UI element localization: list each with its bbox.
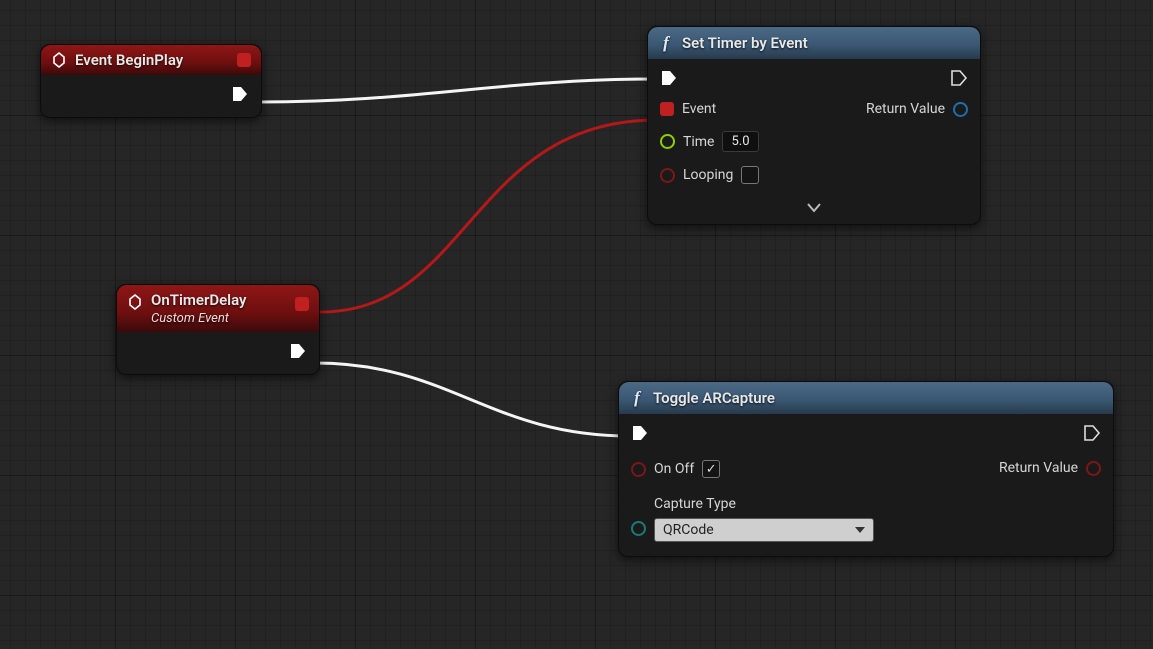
time-value-input[interactable]: 5.0 (722, 131, 758, 152)
pin-label: Return Value (999, 460, 1078, 476)
node-title: Toggle ARCapture (653, 389, 775, 407)
node-subtitle: Custom Event (151, 311, 246, 326)
pin-label: Return Value (866, 101, 945, 117)
onoff-input-pin[interactable]: On Off (631, 460, 720, 478)
function-icon: f (658, 33, 674, 53)
exec-output-pin[interactable] (289, 342, 307, 360)
pin-label: Capture Type (654, 496, 736, 512)
capturetype-input-pin[interactable]: Capture Type QRCode (631, 496, 874, 542)
capturetype-dropdown[interactable]: QRCode (654, 518, 874, 542)
time-input-pin[interactable]: Time 5.0 (660, 131, 759, 152)
exec-output-pin[interactable] (950, 69, 968, 87)
node-func-togglearcapture[interactable]: f Toggle ARCapture On Off Capture Type Q… (618, 381, 1114, 557)
pin-label: Time (683, 134, 714, 150)
node-title: Set Timer by Event (682, 34, 808, 52)
exec-input-pin[interactable] (660, 69, 678, 87)
node-header[interactable]: f Toggle ARCapture (619, 382, 1113, 414)
node-header[interactable]: OnTimerDelay Custom Event (117, 285, 319, 332)
pin-label: Event (682, 101, 716, 117)
exec-output-pin[interactable] (1083, 424, 1101, 442)
node-title: OnTimerDelay (151, 291, 246, 309)
dropdown-value: QRCode (663, 522, 714, 538)
node-func-settimerbyevent[interactable]: f Set Timer by Event Event Time 5.0 Loop… (647, 26, 981, 225)
node-header[interactable]: f Set Timer by Event (648, 27, 980, 59)
pin-label: On Off (654, 461, 694, 477)
exec-input-pin[interactable] (631, 424, 649, 442)
event-input-pin[interactable]: Event (660, 101, 716, 117)
function-icon: f (629, 388, 645, 408)
looping-input-pin[interactable]: Looping (660, 166, 759, 184)
node-header[interactable]: Event BeginPlay (41, 45, 261, 75)
return-value-output-pin[interactable]: Return Value (866, 101, 968, 117)
looping-checkbox[interactable] (741, 166, 759, 184)
node-event-beginplay[interactable]: Event BeginPlay (40, 44, 262, 118)
delegate-output-pin[interactable] (237, 53, 251, 67)
node-title: Event BeginPlay (75, 51, 183, 69)
event-icon (51, 52, 67, 68)
delegate-output-pin[interactable] (295, 297, 309, 311)
node-event-ontimerdelay[interactable]: OnTimerDelay Custom Event (116, 284, 320, 375)
exec-output-pin[interactable] (231, 85, 249, 103)
event-icon (127, 294, 143, 310)
pin-label: Looping (683, 167, 733, 183)
return-value-output-pin[interactable]: Return Value (999, 460, 1101, 476)
expand-node-button[interactable] (648, 198, 980, 224)
onoff-checkbox[interactable] (702, 460, 720, 478)
